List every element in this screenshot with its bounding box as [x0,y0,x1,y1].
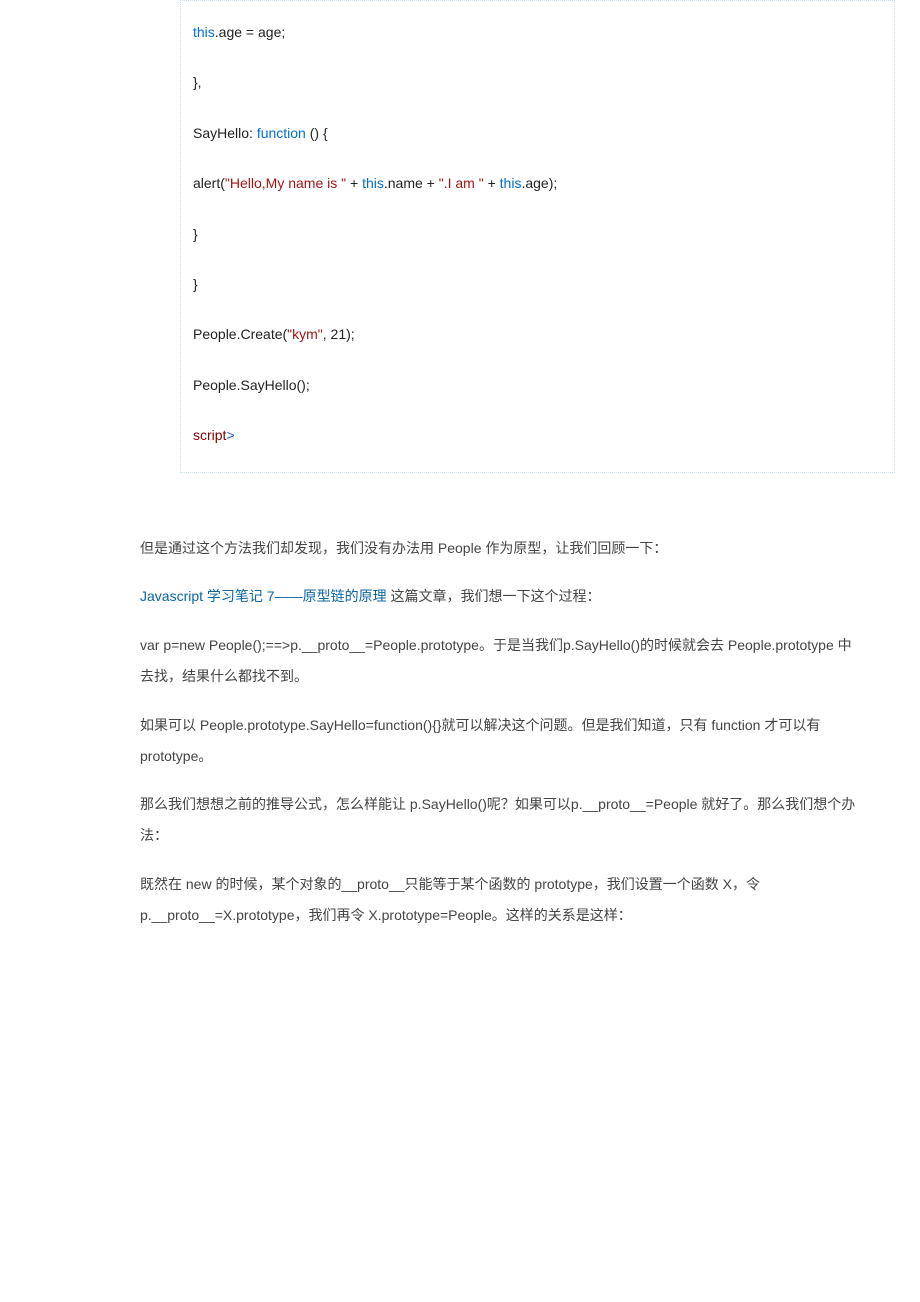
code-line: } [193,223,882,245]
code-token: script [193,427,226,443]
code-token: "kym" [287,326,323,342]
paragraph: 那么我们想想之前的推导公式，怎么样能让 p.SayHello()呢？如果可以p.… [140,789,865,851]
code-token: , 21); [323,326,355,342]
code-token: () { [306,125,328,141]
paragraph: Javascript 学习笔记 7——原型链的原理 这篇文章，我们想一下这个过程… [140,581,865,612]
code-line: People.SayHello(); [193,374,882,396]
code-token: > [226,427,234,443]
paragraph: 但是通过这个方法我们却发现，我们没有办法用 People 作为原型，让我们回顾一… [140,533,865,564]
code-token: }, [193,74,202,90]
code-token: this [362,175,384,191]
document-page: this.age = age;},SayHello: function () {… [0,0,920,998]
code-token: alert( [193,175,225,191]
code-token: } [193,226,198,242]
code-token: .age = age; [215,24,285,40]
paragraph: 如果可以 People.prototype.SayHello=function(… [140,710,865,772]
code-token: .age); [521,175,557,191]
code-token: function [257,125,306,141]
article-link[interactable]: Javascript 学习笔记 7——原型链的原理 [140,588,387,604]
code-token: People.Create( [193,326,287,342]
code-line: SayHello: function () { [193,122,882,144]
code-token: "Hello,My name is " [225,175,346,191]
article-body: 但是通过这个方法我们却发现，我们没有办法用 People 作为原型，让我们回顾一… [140,533,865,931]
code-line: }, [193,71,882,93]
code-token: ".I am " [439,175,484,191]
code-token: .name + [384,175,439,191]
code-line: } [193,273,882,295]
code-token: } [193,276,198,292]
code-token: + [484,175,500,191]
code-line: script> [193,424,882,446]
code-token: + [346,175,362,191]
code-token: this [500,175,522,191]
paragraph: 既然在 new 的时候，某个对象的__proto__只能等于某个函数的 prot… [140,869,865,931]
code-line: People.Create("kym", 21); [193,323,882,345]
code-line: this.age = age; [193,21,882,43]
paragraph: var p=new People();==>p.__proto__=People… [140,630,865,692]
code-block: this.age = age;},SayHello: function () {… [180,0,895,473]
code-token: this [193,24,215,40]
code-token: SayHello: [193,125,257,141]
code-token: People.SayHello(); [193,377,310,393]
code-line: alert("Hello,My name is " + this.name + … [193,172,882,194]
paragraph-text: 这篇文章，我们想一下这个过程： [387,588,601,604]
